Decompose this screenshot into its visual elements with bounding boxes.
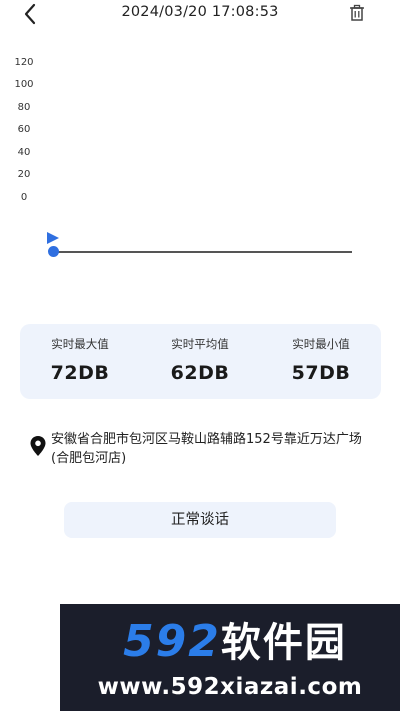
min-label: 实时最小值 <box>292 337 350 351</box>
watermark-url: www.592xiazai.com <box>97 674 363 700</box>
max-value: 72DB <box>50 362 110 384</box>
avg-value: 62DB <box>170 362 230 384</box>
y-tick-label: 60 <box>17 124 31 135</box>
decibel-chart: 120 100 80 60 40 20 0 <box>0 50 400 270</box>
max-label: 实时最大值 <box>51 337 109 351</box>
watermark-logo: 592软件园 <box>70 610 400 668</box>
play-icon <box>47 232 59 244</box>
y-tick-label: 40 <box>17 147 31 158</box>
location-address: 安徽省合肥市包河区马鞍山路辅路152号靠近万达广场(合肥包河店) <box>51 432 362 466</box>
min-stat: 实时最小值 57DB <box>261 336 381 384</box>
location-pin-icon <box>30 436 46 456</box>
playback-timeline[interactable] <box>54 251 352 253</box>
y-tick-label: 100 <box>14 79 34 90</box>
y-tick-label: 120 <box>14 57 34 68</box>
max-stat: 实时最大值 72DB <box>20 336 140 384</box>
stats-card: 实时最大值 72DB 实时平均值 62DB 实时最小值 57DB <box>20 324 381 399</box>
y-tick-label: 0 <box>20 192 28 203</box>
top-bar: 2024/03/20 17:08:53 <box>0 0 400 28</box>
delete-button[interactable] <box>348 4 366 22</box>
watermark-logo-number: 592 <box>123 616 221 667</box>
avg-label: 实时平均值 <box>171 337 229 351</box>
watermark-logo-text: 软件园 <box>220 620 347 666</box>
play-button[interactable] <box>46 230 60 244</box>
sound-type-button[interactable]: 正常谈话 <box>64 502 336 538</box>
trash-icon <box>350 4 364 21</box>
watermark-banner: 592软件园 www.592xiazai.com <box>60 604 400 711</box>
avg-stat: 实时平均值 62DB <box>140 336 260 384</box>
recording-timestamp: 2024/03/20 17:08:53 <box>121 4 279 20</box>
playback-handle[interactable] <box>48 246 59 257</box>
min-value: 57DB <box>291 362 351 384</box>
y-tick-label: 80 <box>17 102 31 113</box>
y-tick-label: 20 <box>17 169 31 180</box>
